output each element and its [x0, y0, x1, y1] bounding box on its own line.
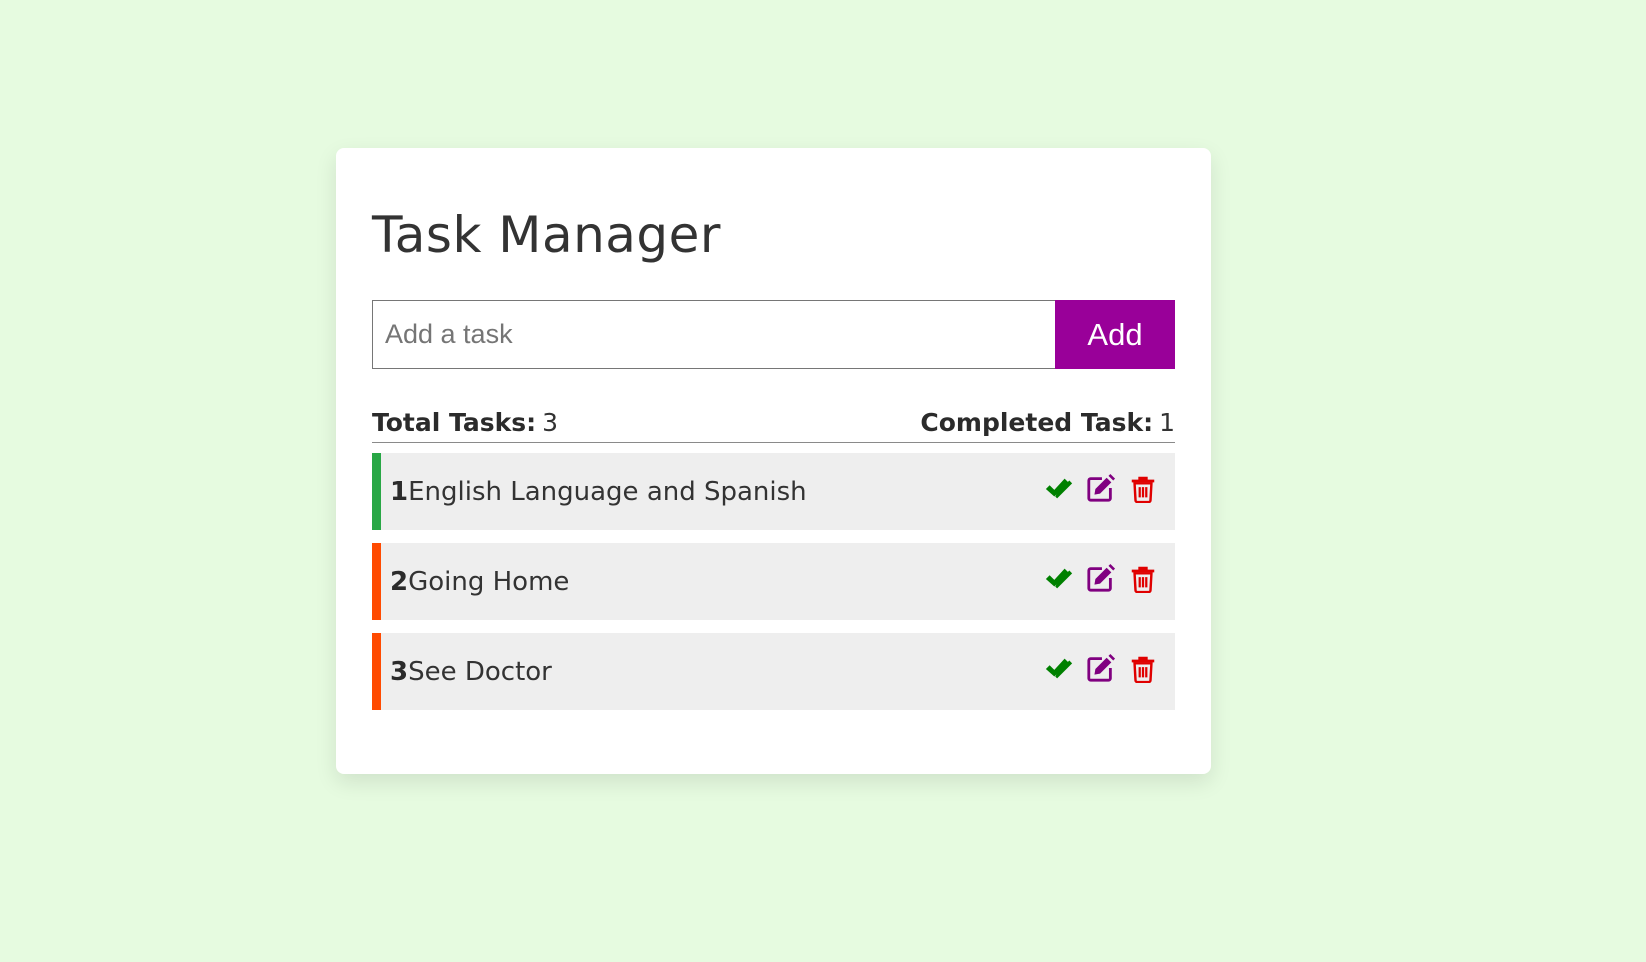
trash-icon[interactable]	[1127, 472, 1159, 504]
task-text: 2Going Home	[390, 567, 569, 597]
page-title: Task Manager	[372, 206, 721, 264]
edit-icon[interactable]	[1085, 562, 1117, 594]
task-actions	[1043, 652, 1159, 684]
task-item: 1English Language and Spanish	[372, 453, 1175, 530]
task-item: 2Going Home	[372, 543, 1175, 620]
task-label: Going Home	[408, 566, 570, 597]
task-actions	[1043, 562, 1159, 594]
task-stats: Total Tasks: 3 Completed Task: 1	[372, 402, 1175, 443]
edit-icon[interactable]	[1085, 652, 1117, 684]
completed-tasks-value: 1	[1159, 407, 1175, 437]
task-label: See Doctor	[408, 656, 552, 687]
task-manager-card: Task Manager Add Total Tasks:3 Completed…	[336, 148, 1211, 774]
add-task-form: Add	[372, 300, 1175, 369]
task-number: 3	[390, 656, 409, 687]
task-actions	[1043, 472, 1159, 504]
trash-icon[interactable]	[1127, 562, 1159, 594]
total-tasks: Total Tasks: 3	[372, 408, 558, 437]
double-check-icon[interactable]	[1043, 652, 1075, 684]
task-number: 1	[390, 476, 409, 507]
task-number: 2	[390, 566, 409, 597]
task-item: 3See Doctor	[372, 633, 1175, 710]
task-input[interactable]	[372, 300, 1055, 369]
task-list: 1English Language and Spanish 2Going Hom…	[372, 453, 1175, 723]
task-text: 1English Language and Spanish	[390, 477, 807, 507]
completed-tasks: Completed Task: 1	[920, 408, 1175, 437]
double-check-icon[interactable]	[1043, 472, 1075, 504]
add-button[interactable]: Add	[1055, 300, 1175, 369]
double-check-icon[interactable]	[1043, 562, 1075, 594]
trash-icon[interactable]	[1127, 652, 1159, 684]
total-tasks-label: Total Tasks:	[372, 407, 537, 437]
edit-icon[interactable]	[1085, 472, 1117, 504]
task-label: English Language and Spanish	[408, 476, 807, 507]
task-text: 3See Doctor	[390, 657, 552, 687]
total-tasks-value: 3	[542, 407, 558, 437]
completed-tasks-label: Completed Task:	[920, 407, 1154, 437]
